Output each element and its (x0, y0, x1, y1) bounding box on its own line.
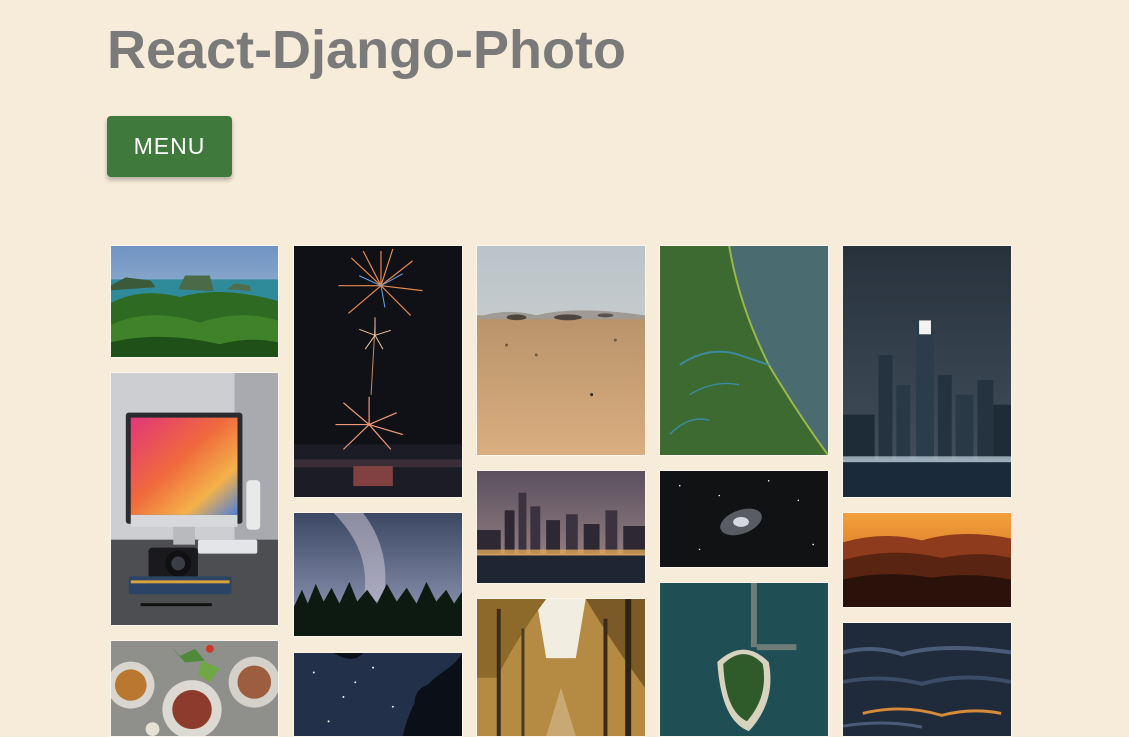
photo-city-skyline-night[interactable] (476, 470, 646, 584)
photo-food-plates-image (111, 641, 278, 736)
photo-galaxy[interactable] (659, 470, 829, 568)
photo-ocean-waves[interactable] (842, 622, 1012, 737)
photo-sunset-mountains-image (843, 513, 1011, 607)
page: React-Django-Photo MENU (0, 0, 1129, 737)
photo-skyscraper-city-night-image (843, 246, 1011, 497)
photo-tropical-islands-image (111, 246, 278, 357)
photo-desert[interactable] (476, 245, 646, 456)
photo-milky-way-forest[interactable] (293, 512, 463, 637)
photo-imac-desk-camera[interactable] (110, 372, 279, 626)
photo-island-aerial[interactable] (659, 582, 829, 737)
photo-aerial-coastline[interactable] (659, 245, 829, 456)
photo-island-aerial-image (660, 583, 828, 736)
photo-galaxy-image (660, 471, 828, 567)
page-title: React-Django-Photo (107, 20, 626, 80)
photo-tropical-islands[interactable] (110, 245, 279, 358)
photo-city-skyline-night-image (477, 471, 645, 583)
photo-desert-image (477, 246, 645, 455)
photo-starry-sky-trees-image (294, 653, 462, 736)
photo-autumn-forest[interactable] (476, 598, 646, 737)
photo-imac-desk-camera-image (111, 373, 278, 625)
photo-skyscraper-city-night[interactable] (842, 245, 1012, 498)
photo-autumn-forest-image (477, 599, 645, 736)
menu-button[interactable]: MENU (107, 116, 232, 177)
photo-sunset-mountains[interactable] (842, 512, 1012, 608)
photo-fireworks-image (294, 246, 462, 497)
photo-ocean-waves-image (843, 623, 1011, 736)
photo-fireworks[interactable] (293, 245, 463, 498)
photo-starry-sky-trees[interactable] (293, 652, 463, 737)
photo-milky-way-forest-image (294, 513, 462, 636)
photo-aerial-coastline-image (660, 246, 828, 455)
photo-food-plates[interactable] (110, 640, 279, 737)
